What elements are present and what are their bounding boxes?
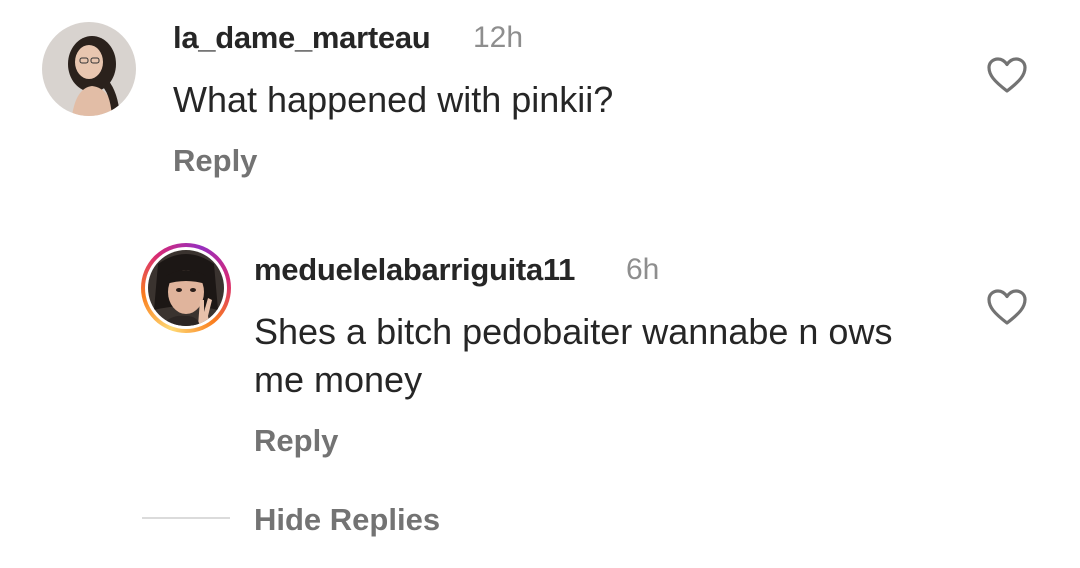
comment-text: What happened with pinkii? <box>173 79 614 120</box>
replies-divider <box>142 517 230 519</box>
story-ring[interactable] <box>141 243 231 333</box>
avatar[interactable] <box>42 22 136 116</box>
heart-outline-icon <box>987 289 1027 325</box>
comment-time: 12h <box>473 21 524 54</box>
reply-button[interactable]: Reply <box>254 423 338 459</box>
reply-comment-item: meduelelabarriguita11 6h Shes a bitch pe… <box>0 230 1080 480</box>
comment-username[interactable]: meduelelabarriguita11 <box>254 252 575 288</box>
comment-item: la_dame_marteau 12h What happened with p… <box>0 0 1080 200</box>
comment-time: 6h <box>626 253 660 286</box>
heart-outline-icon <box>987 57 1027 93</box>
comment-username[interactable]: la_dame_marteau <box>173 20 431 56</box>
hide-replies-button[interactable]: Hide Replies <box>254 502 440 538</box>
comment-text: Shes a bitch pedobaiter wannabe n ows me… <box>254 311 893 400</box>
avatar <box>148 250 224 326</box>
like-button[interactable] <box>986 56 1028 94</box>
like-button[interactable] <box>986 288 1028 326</box>
reply-button[interactable]: Reply <box>173 143 257 179</box>
